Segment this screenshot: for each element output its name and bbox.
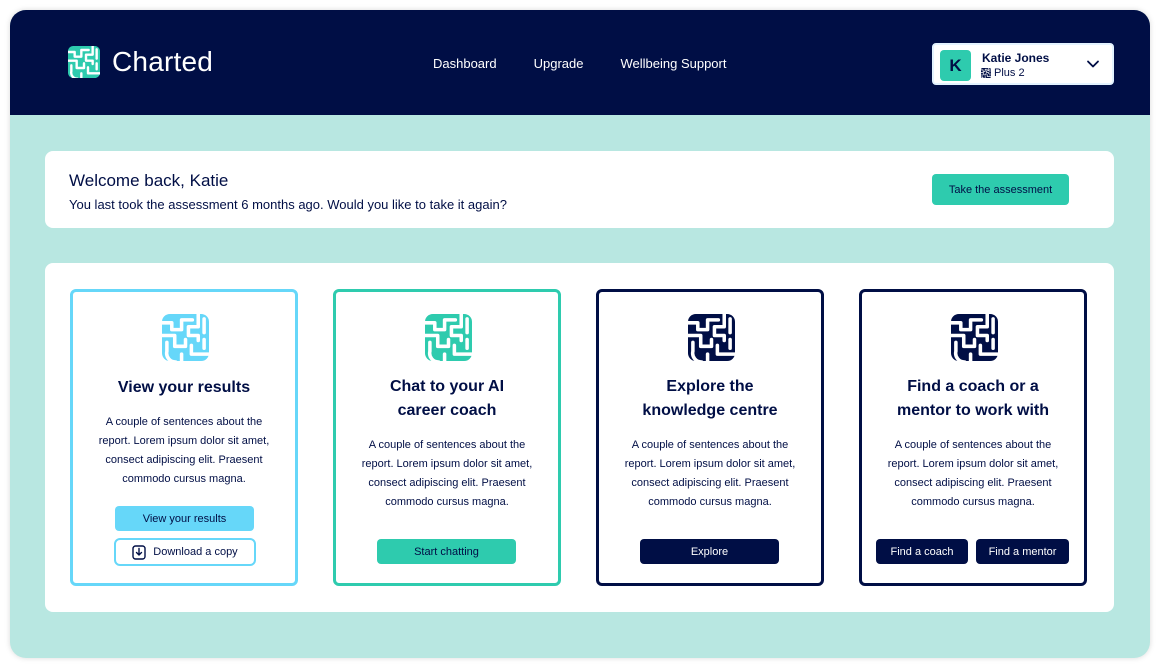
chevron-down-icon[interactable] [1086, 57, 1100, 71]
maze-icon [688, 314, 735, 361]
explore-button[interactable]: Explore [640, 539, 779, 564]
user-plan-label: Plus 2 [994, 67, 1025, 79]
card-desc-line: report. Lorem ipsum dolor sit amet, [887, 458, 1059, 470]
main-nav: Dashboard Upgrade Wellbeing Support [433, 56, 763, 71]
card-desc-line: A couple of sentences about the [105, 416, 263, 428]
download-copy-button[interactable]: Download a copy [114, 538, 256, 566]
avatar: K [940, 50, 971, 81]
card-find-coach-mentor: Find a coach or a mentor to work with A … [859, 289, 1087, 586]
maze-icon [162, 314, 209, 361]
card-desc-line: consect adipiscing elit. Praesent [894, 477, 1052, 489]
card-ai-coach: Chat to your AI career coach A couple of… [333, 289, 561, 586]
card-title: View your results [83, 376, 285, 400]
card-desc-line: commodo cursus magna. [648, 496, 772, 508]
nav-upgrade[interactable]: Upgrade [534, 56, 584, 71]
card-title-line: Find a coach or a [907, 378, 1039, 395]
maze-icon [425, 314, 472, 361]
start-chatting-button[interactable]: Start chatting [377, 539, 516, 564]
card-description: A couple of sentences about the report. … [354, 436, 540, 512]
card-title: Find a coach or a mentor to work with [872, 375, 1074, 423]
card-desc-line: consect adipiscing elit. Praesent [368, 477, 526, 489]
feature-cards-panel: View your results A couple of sentences … [45, 263, 1114, 612]
welcome-banner: Welcome back, Katie You last took the as… [45, 151, 1114, 228]
maze-icon [951, 314, 998, 361]
card-desc-line: report. Lorem ipsum dolor sit amet, [624, 458, 796, 470]
card-title-line: knowledge centre [642, 402, 778, 419]
brand[interactable]: Charted [68, 46, 213, 78]
top-navigation-bar: Charted Dashboard Upgrade Wellbeing Supp… [10, 10, 1150, 115]
card-description: A couple of sentences about the report. … [617, 436, 803, 512]
find-coach-button[interactable]: Find a coach [876, 539, 968, 564]
download-icon [132, 544, 146, 560]
card-desc-line: commodo cursus magna. [122, 473, 246, 485]
card-title-line: View your results [117, 379, 251, 396]
app-window: Charted Dashboard Upgrade Wellbeing Supp… [10, 10, 1150, 658]
card-desc-line: A couple of sentences about the [368, 439, 526, 451]
card-desc-line: report. Lorem ipsum dolor sit amet, [98, 435, 270, 447]
user-name: Katie Jones [982, 51, 1050, 65]
nav-dashboard[interactable]: Dashboard [433, 56, 497, 71]
charted-maze-logo-icon [68, 46, 100, 78]
brand-name: Charted [112, 46, 214, 77]
card-description: A couple of sentences about the report. … [880, 436, 1066, 512]
card-title-line: career coach [397, 402, 497, 419]
card-desc-line: consect adipiscing elit. Praesent [631, 477, 789, 489]
take-assessment-button[interactable]: Take the assessment [932, 174, 1069, 205]
card-title-line: Explore the [666, 378, 754, 395]
card-title-line: mentor to work with [897, 402, 1049, 419]
view-results-button[interactable]: View your results [115, 506, 254, 531]
card-desc-line: commodo cursus magna. [911, 496, 1035, 508]
card-desc-line: A couple of sentences about the [631, 439, 789, 451]
card-knowledge-centre: Explore the knowledge centre A couple of… [596, 289, 824, 586]
card-desc-line: commodo cursus magna. [385, 496, 509, 508]
user-menu[interactable]: K Katie Jones Plus 2 [932, 43, 1114, 85]
card-desc-line: consect adipiscing elit. Praesent [105, 454, 263, 466]
maze-icon [981, 68, 991, 78]
download-copy-label: Download a copy [153, 546, 238, 558]
card-desc-line: report. Lorem ipsum dolor sit amet, [361, 458, 533, 470]
welcome-title: Welcome back, Katie [69, 171, 229, 190]
user-plan: Plus 2 [981, 67, 1025, 79]
card-title-line: Chat to your AI [389, 378, 505, 395]
find-mentor-button[interactable]: Find a mentor [976, 539, 1069, 564]
card-desc-line: A couple of sentences about the [894, 439, 1052, 451]
card-view-results: View your results A couple of sentences … [70, 289, 298, 586]
card-title: Chat to your AI career coach [346, 375, 548, 423]
nav-wellbeing-support[interactable]: Wellbeing Support [620, 56, 726, 71]
welcome-subtitle: You last took the assessment 6 months ag… [69, 197, 507, 212]
card-title: Explore the knowledge centre [609, 375, 811, 423]
card-description: A couple of sentences about the report. … [91, 413, 277, 489]
